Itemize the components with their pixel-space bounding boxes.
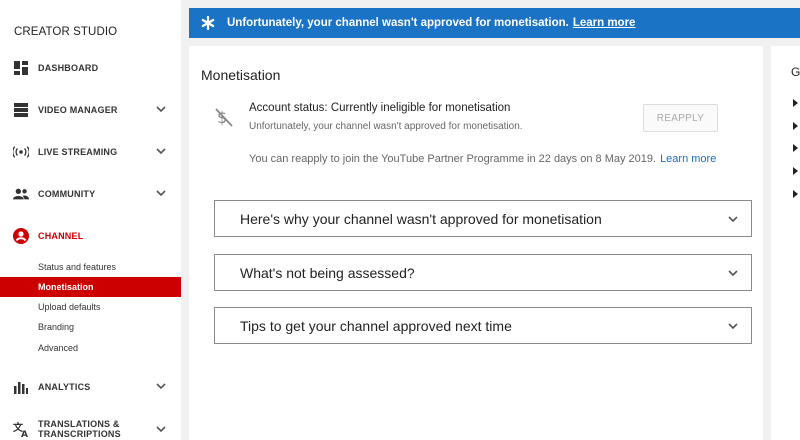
sidebar-item-dashboard[interactable]: DASHBOARD: [0, 57, 181, 79]
dashboard-icon: [13, 60, 29, 76]
channel-icon: [13, 228, 29, 244]
sidebar-item-label: CHANNEL: [38, 231, 84, 241]
video-manager-icon: [13, 102, 29, 118]
sidebar-subitem-status[interactable]: Status and features: [0, 257, 181, 277]
chevron-down-icon[interactable]: [155, 103, 167, 115]
sidebar-item-label: VIDEO MANAGER: [38, 105, 118, 115]
sidebar-subitem-branding[interactable]: Branding: [0, 317, 181, 337]
sidebar-item-label: COMMUNITY: [38, 189, 96, 199]
accordion-why-not-approved[interactable]: Here's why your channel wasn't approved …: [214, 200, 752, 237]
svg-text:A: A: [21, 430, 28, 437]
notification-banner: Unfortunately, your channel wasn't appro…: [189, 8, 800, 38]
page-title: Monetisation: [201, 67, 281, 83]
accordion-title: Here's why your channel wasn't approved …: [240, 210, 602, 227]
chevron-down-icon[interactable]: [155, 380, 167, 392]
expand-arrow-icon[interactable]: [793, 190, 798, 198]
chevron-down-icon[interactable]: [155, 187, 167, 199]
account-status-title: Account status: Currently ineligible for…: [249, 102, 511, 114]
sidebar: CREATOR STUDIO DASHBOARD VIDEO MANAGER L…: [0, 0, 181, 440]
live-streaming-icon: [13, 144, 29, 160]
right-panel: G: [771, 46, 800, 440]
sidebar-item-label: ANALYTICS: [38, 382, 91, 392]
chevron-down-icon: [728, 270, 738, 277]
accordion-title: What's not being assessed?: [240, 264, 415, 281]
sidebar-item-video-manager[interactable]: VIDEO MANAGER: [0, 99, 181, 121]
chevron-down-icon[interactable]: [155, 145, 167, 157]
sidebar-item-label: LIVE STREAMING: [38, 147, 118, 157]
expand-arrow-icon[interactable]: [793, 144, 798, 152]
monetisation-card: Monetisation $ Account status: Currently…: [189, 46, 763, 440]
right-panel-heading: G: [791, 65, 800, 79]
banner-message: Unfortunately, your channel wasn't appro…: [227, 17, 569, 29]
reapply-button[interactable]: REAPPLY: [643, 104, 718, 132]
sidebar-subitem-advanced[interactable]: Advanced: [0, 338, 181, 358]
sidebar-item-analytics[interactable]: ANALYTICS: [0, 376, 181, 398]
chevron-down-icon: [728, 216, 738, 223]
chevron-down-icon: [728, 323, 738, 330]
account-status-subtext: Unfortunately, your channel wasn't appro…: [249, 121, 523, 132]
sidebar-item-label: DASHBOARD: [38, 63, 99, 73]
sidebar-subitem-upload-defaults[interactable]: Upload defaults: [0, 297, 181, 317]
expand-arrow-icon[interactable]: [793, 167, 798, 175]
accordion-title: Tips to get your channel approved next t…: [240, 317, 512, 334]
asterisk-icon: [201, 16, 215, 30]
chevron-down-icon[interactable]: [155, 423, 167, 435]
sidebar-item-translations[interactable]: 文A TRANSLATIONS & TRANSCRIPTIONS: [0, 417, 181, 440]
community-icon: [13, 186, 29, 202]
accordion-not-assessed[interactable]: What's not being assessed?: [214, 254, 752, 291]
sidebar-item-channel[interactable]: CHANNEL: [0, 225, 181, 247]
accordion-tips[interactable]: Tips to get your channel approved next t…: [214, 307, 752, 344]
sidebar-item-community[interactable]: COMMUNITY: [0, 183, 181, 205]
expand-arrow-icon[interactable]: [793, 122, 798, 130]
banner-learn-more-link[interactable]: Learn more: [573, 17, 636, 29]
brand-title: CREATOR STUDIO: [14, 26, 118, 38]
reapply-learn-more-link[interactable]: Learn more: [660, 153, 716, 165]
reapply-note: You can reapply to join the YouTube Part…: [249, 153, 717, 165]
sidebar-item-live-streaming[interactable]: LIVE STREAMING: [0, 141, 181, 163]
monetisation-off-icon: $: [215, 108, 233, 127]
analytics-icon: [13, 379, 29, 395]
sidebar-item-label: TRANSLATIONS & TRANSCRIPTIONS: [38, 419, 121, 439]
translate-icon: 文A: [13, 421, 29, 437]
expand-arrow-icon[interactable]: [793, 99, 798, 107]
sidebar-subitem-monetisation[interactable]: Monetisation: [0, 277, 181, 297]
